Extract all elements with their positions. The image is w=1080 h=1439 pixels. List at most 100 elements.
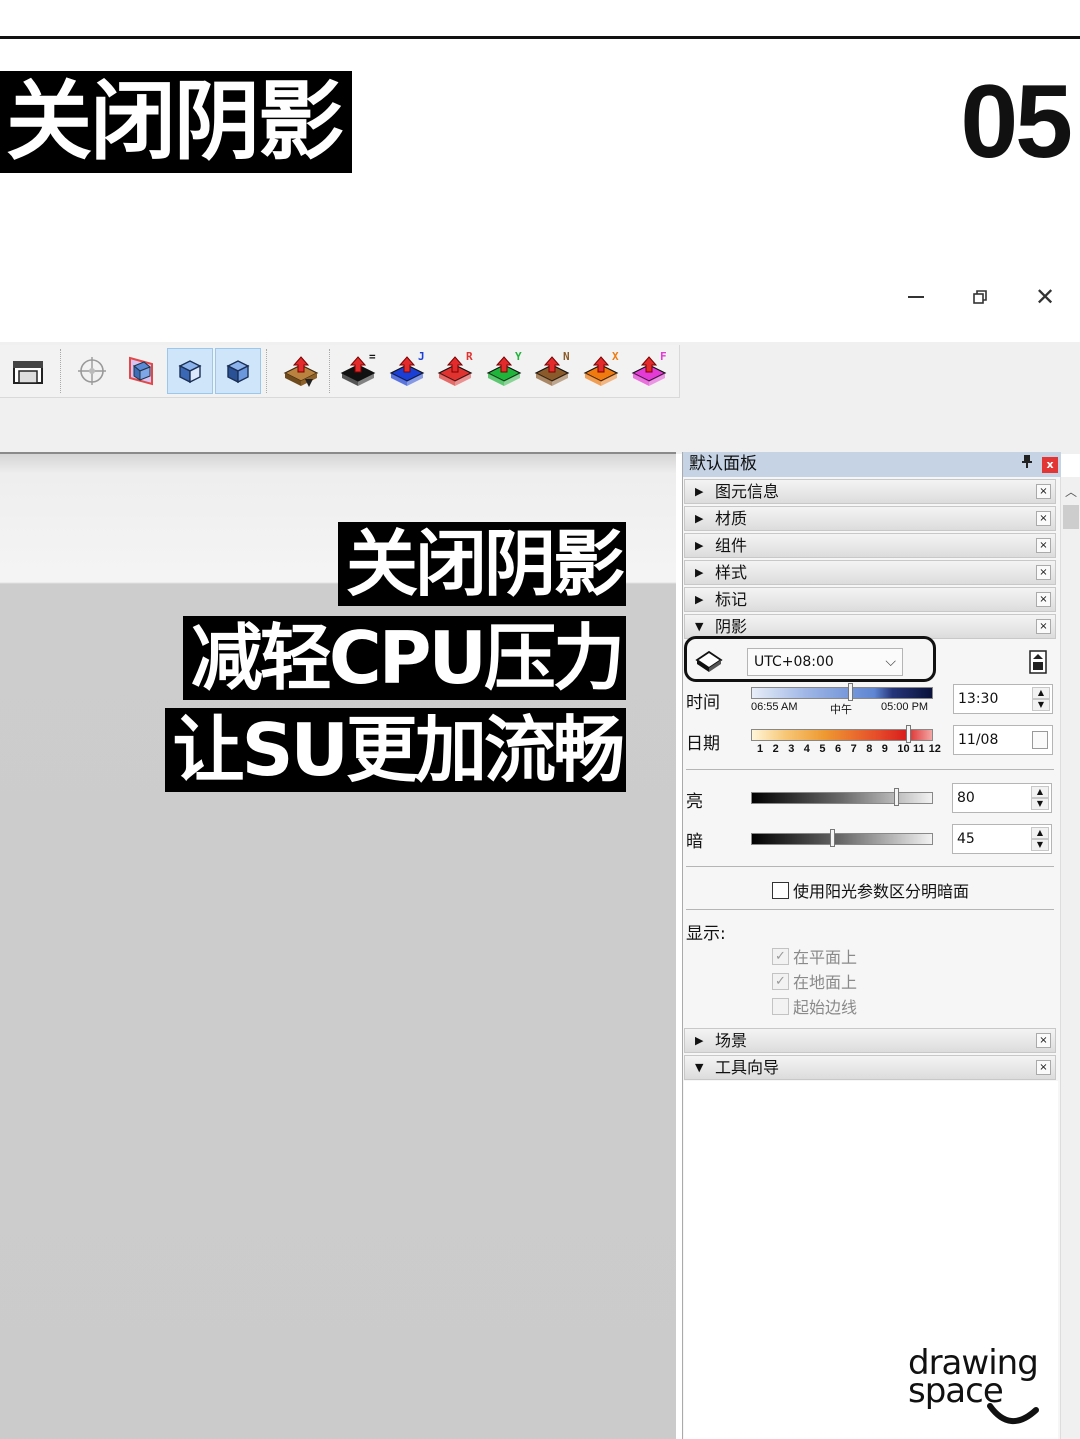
toggle-shadows-button[interactable] [693, 648, 727, 676]
panel-materials[interactable]: ▶ 材质 × [684, 506, 1056, 531]
dark-slider[interactable] [751, 829, 933, 847]
checkbox-box[interactable] [772, 997, 789, 1015]
date-tick: 8 [866, 743, 873, 755]
spin-down-icon[interactable]: ▼ [1031, 798, 1049, 810]
use-sun-label: 使用阳光参数区分明暗面 [793, 882, 970, 901]
panel-close-icon[interactable]: × [1036, 511, 1051, 526]
on-ground-checkbox[interactable]: ✓ 在地面上 [772, 969, 857, 993]
calendar-icon[interactable] [1032, 731, 1048, 749]
panel-styles[interactable]: ▶ 样式 × [684, 560, 1056, 585]
push-e-icon: = [340, 350, 376, 386]
push-f-button[interactable]: F [628, 348, 674, 394]
svg-text:R: R [466, 350, 473, 363]
panel-close-icon[interactable]: × [1036, 565, 1051, 580]
spin-down-icon[interactable]: ▼ [1032, 699, 1050, 711]
close-button[interactable]: ✕ [1025, 280, 1065, 314]
toggle-details-button[interactable] [1028, 650, 1050, 674]
page-title: 关闭阴影 [0, 71, 352, 173]
panel-close-icon[interactable]: × [1036, 484, 1051, 499]
tray-scrollbar[interactable]: ︿ [1060, 477, 1080, 1439]
time-track [751, 687, 933, 699]
panel-close-icon[interactable]: × [1036, 538, 1051, 553]
light-slider[interactable] [751, 788, 933, 806]
time-slider[interactable] [751, 683, 933, 701]
shadow-toggle-icon [695, 650, 723, 672]
scroll-thumb[interactable] [1063, 505, 1079, 529]
push-j-button[interactable]: J [386, 348, 432, 394]
section-cut-button[interactable] [167, 348, 213, 394]
orbit-button[interactable] [69, 348, 115, 394]
restore-button[interactable] [960, 280, 1000, 314]
date-input[interactable]: 11/08 [953, 725, 1053, 755]
time-label: 时间 [686, 693, 720, 713]
panel-tags[interactable]: ▶ 标记 × [684, 587, 1056, 612]
model-viewport[interactable]: 关闭阴影 减轻CPU压力 让SU更加流畅 [0, 452, 676, 1439]
date-tick: 11 [913, 743, 925, 755]
date-slider[interactable] [751, 725, 933, 743]
panel-scenes[interactable]: ▶ 场景 × [684, 1028, 1056, 1053]
push-x-button[interactable]: X [580, 348, 626, 394]
divider [686, 909, 1054, 910]
date-tick: 10 [897, 743, 910, 755]
date-tick: 9 [881, 743, 888, 755]
expand-arrow-icon: ▶ [695, 539, 704, 552]
date-tick: 1 [757, 743, 764, 755]
checkbox-box[interactable]: ✓ [772, 972, 789, 990]
checkbox-box[interactable]: ✓ [772, 947, 789, 965]
time-tick-noon: 中午 [830, 704, 852, 716]
minimize-button[interactable] [896, 280, 936, 314]
date-thumb[interactable] [906, 725, 912, 743]
light-input[interactable]: 80 ▲ ▼ [952, 783, 1052, 813]
tray-close-button[interactable]: x [1042, 457, 1058, 473]
section-plane-button[interactable] [118, 348, 164, 394]
spin-down-icon[interactable]: ▼ [1031, 839, 1049, 851]
collapse-arrow-icon: ▼ [695, 620, 704, 633]
toolbar-separator [60, 349, 62, 393]
spin-up-icon[interactable]: ▲ [1031, 786, 1049, 798]
push-e-button[interactable]: = [337, 348, 383, 394]
spin-up-icon[interactable]: ▲ [1032, 687, 1050, 699]
spin-up-icon[interactable]: ▲ [1031, 827, 1049, 839]
light-label: 亮 [686, 792, 703, 812]
caption-line-2: 减轻CPU压力 [182, 616, 626, 700]
panel-close-icon[interactable]: × [1036, 1033, 1051, 1048]
time-thumb[interactable] [848, 683, 854, 701]
panel-components[interactable]: ▶ 组件 × [684, 533, 1056, 558]
on-faces-checkbox[interactable]: ✓ 在平面上 [772, 944, 857, 968]
brand-logo: drawing space [908, 1342, 1058, 1434]
scroll-up-icon[interactable]: ︿ [1061, 483, 1080, 499]
from-edges-checkbox[interactable]: 起始边线 [772, 994, 857, 1018]
pin-icon[interactable] [1018, 454, 1036, 474]
top-rule [0, 36, 1080, 39]
svg-text:F: F [660, 350, 667, 363]
checkbox-box[interactable] [772, 881, 789, 899]
push-n-button[interactable]: N [531, 348, 577, 394]
timezone-select[interactable]: UTC+08:00 ⌵ [747, 648, 903, 676]
push-r-button[interactable]: R [434, 348, 480, 394]
time-input[interactable]: 13:30 ▲ ▼ [953, 684, 1053, 714]
push-arrow-button[interactable] [278, 348, 324, 394]
dark-input[interactable]: 45 ▲ ▼ [952, 824, 1052, 854]
toolbar: = J R Y N X F [0, 345, 680, 398]
tray-title: 默认面板 [683, 452, 1061, 477]
panel-instructor[interactable]: ▼ 工具向导 × [684, 1055, 1056, 1080]
chevron-down-icon: ⌵ [885, 654, 896, 670]
panel-entity-info[interactable]: ▶ 图元信息 × [684, 479, 1056, 504]
push-y-button[interactable]: Y [483, 348, 529, 394]
push-arrow-icon [283, 356, 319, 387]
dark-label: 暗 [686, 832, 703, 852]
light-thumb[interactable] [893, 788, 899, 806]
restore-icon [973, 290, 987, 304]
warehouse-button[interactable] [5, 348, 51, 394]
panel-close-icon[interactable]: × [1036, 1060, 1051, 1075]
caption-line-1: 关闭阴影 [337, 522, 626, 606]
panel-close-icon[interactable]: × [1036, 619, 1051, 634]
panel-close-icon[interactable]: × [1036, 592, 1051, 607]
dark-thumb[interactable] [829, 829, 835, 847]
svg-text:=: = [369, 350, 376, 363]
section-plane-icon [129, 356, 153, 386]
date-tick: 7 [850, 743, 857, 755]
date-tick: 5 [819, 743, 826, 755]
use-sun-checkbox[interactable]: 使用阳光参数区分明暗面 [772, 878, 969, 902]
section-fill-button[interactable] [215, 348, 261, 394]
